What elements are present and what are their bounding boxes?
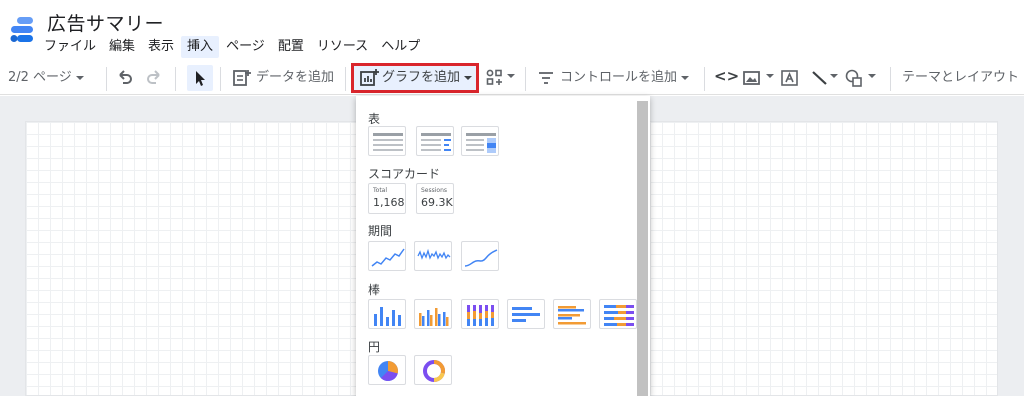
undo-icon[interactable] <box>116 68 134 88</box>
page-indicator-label: 2/2 ページ <box>8 70 72 85</box>
divider <box>890 67 891 91</box>
scorecard-value: 1,168 <box>373 196 405 209</box>
chart-option-timeseries-smooth[interactable] <box>461 241 499 271</box>
divider <box>345 67 346 91</box>
add-data-button[interactable]: データを追加 <box>256 69 334 87</box>
shape-icon[interactable] <box>844 68 864 88</box>
add-control-label: コントロールを追加 <box>560 70 678 85</box>
chart-option-pie[interactable] <box>368 355 406 385</box>
divider <box>175 67 176 91</box>
menu-bar: ファイル 編集 表示 挿入 ページ 配置 リソース ヘルプ <box>38 36 427 58</box>
chevron-down-icon <box>464 75 473 80</box>
menu-resource[interactable]: リソース <box>311 36 374 58</box>
menu-file[interactable]: ファイル <box>38 36 102 58</box>
chevron-down-icon <box>75 75 84 80</box>
section-table-label: 表 <box>368 112 381 126</box>
add-control-button[interactable]: コントロールを追加 <box>560 69 690 87</box>
add-chart-label: グラフを追加 <box>382 70 461 85</box>
divider <box>106 67 107 91</box>
section-timeseries-label: 期間 <box>368 224 393 238</box>
divider <box>704 67 705 91</box>
filter-control-icon[interactable] <box>537 68 555 88</box>
chevron-down-icon[interactable] <box>830 74 838 78</box>
page-selector[interactable]: 2/2 ページ <box>8 69 84 87</box>
add-chart-icon[interactable] <box>359 68 379 88</box>
chart-option-donut[interactable] <box>414 355 452 385</box>
community-viz-icon[interactable] <box>484 68 504 88</box>
redo-icon[interactable] <box>145 68 163 88</box>
looker-studio-logo[interactable] <box>7 13 39 45</box>
theme-layout-button[interactable]: テーマとレイアウト <box>902 69 1019 87</box>
menu-edit[interactable]: 編集 <box>103 36 141 58</box>
chart-option-timeseries-sparkline[interactable] <box>414 241 452 271</box>
chart-option-table-bars[interactable] <box>416 126 454 156</box>
chart-option-scorecard-compact[interactable]: Sessions 69.3K <box>416 183 454 214</box>
cursor-icon <box>196 71 205 86</box>
section-scorecard-label: スコアカード <box>368 167 441 181</box>
add-chart-button[interactable]: グラフを追加 <box>382 69 473 87</box>
divider <box>525 67 526 91</box>
chart-option-timeseries[interactable] <box>368 241 406 271</box>
chevron-down-icon[interactable] <box>507 74 515 78</box>
chart-option-grouped-column[interactable] <box>414 299 452 329</box>
menu-view[interactable]: 表示 <box>142 36 180 58</box>
section-pie-label: 円 <box>368 340 381 354</box>
line-icon[interactable] <box>810 68 830 88</box>
image-icon[interactable] <box>742 68 762 88</box>
embed-code-icon[interactable]: <> <box>714 67 739 85</box>
chart-type-menu: 表 スコアカード Total 1,168 Sessions 69.3K 期間 棒… <box>356 96 650 396</box>
chart-option-column[interactable] <box>368 299 406 329</box>
chart-option-scorecard[interactable]: Total 1,168 <box>368 183 406 214</box>
scorecard-metric-label: Sessions <box>421 187 448 194</box>
toolbar-items: 2/2 ページ データを追加 グラフを追加 コントロールを追加 <> テーマとレ… <box>0 61 1024 95</box>
chart-option-stacked-column[interactable] <box>461 299 499 329</box>
chevron-down-icon[interactable] <box>868 74 876 78</box>
menu-arrange[interactable]: 配置 <box>272 36 310 58</box>
chart-option-table-heatmap[interactable] <box>461 126 499 156</box>
chart-option-grouped-bar[interactable] <box>553 299 591 329</box>
chevron-down-icon <box>681 75 690 80</box>
scorecard-value: 69.3K <box>421 196 453 209</box>
divider <box>220 67 221 91</box>
menu-page[interactable]: ページ <box>220 36 271 58</box>
scorecard-metric-label: Total <box>373 187 388 194</box>
chart-option-table[interactable] <box>368 126 406 156</box>
menu-scrollbar[interactable] <box>637 101 648 396</box>
chart-option-stacked-bar[interactable] <box>599 299 637 329</box>
add-data-icon[interactable] <box>232 68 252 88</box>
text-box-icon[interactable] <box>780 68 800 88</box>
section-bar-label: 棒 <box>368 283 381 297</box>
chart-option-bar[interactable] <box>507 299 545 329</box>
menu-insert[interactable]: 挿入 <box>181 36 220 58</box>
report-title[interactable]: 広告サマリー <box>47 9 164 36</box>
chevron-down-icon[interactable] <box>766 74 774 78</box>
menu-help[interactable]: ヘルプ <box>375 36 426 58</box>
